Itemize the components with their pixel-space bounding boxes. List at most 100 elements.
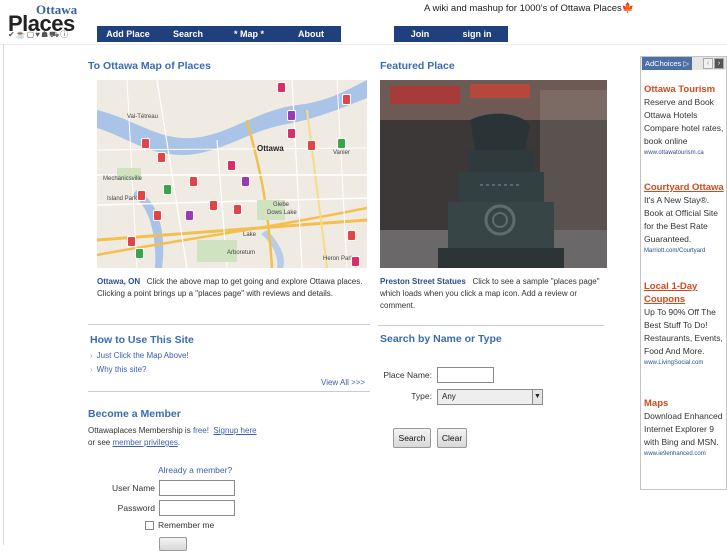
nav-add-place[interactable]: Add Place <box>97 26 159 42</box>
heart-icon: ♥ <box>35 30 40 39</box>
divider <box>88 324 370 325</box>
map-pin[interactable] <box>307 140 316 151</box>
statue-photo-graphic <box>380 80 607 268</box>
ad-body: It's A New Stay®. Book at Official Site … <box>644 195 719 244</box>
map-pin[interactable] <box>347 230 356 241</box>
maple-leaf-icon: 🍁 <box>621 3 635 14</box>
featured-photo[interactable] <box>380 80 607 268</box>
map-pin[interactable] <box>342 94 351 105</box>
map-label-arboretum: Arboretum <box>227 250 256 256</box>
map-pin[interactable] <box>287 110 296 121</box>
nav-join[interactable]: Join <box>394 26 446 42</box>
already-member-text: Already a member? <box>158 465 233 475</box>
nav-search[interactable]: Search <box>159 26 217 42</box>
featured-section-title: Featured Place <box>380 60 455 72</box>
ad-next-icon[interactable]: › <box>714 58 724 69</box>
map-pin[interactable] <box>127 236 136 247</box>
ad-body: Reserve and Book Ottawa Hotels Compare h… <box>644 97 724 146</box>
ad-title[interactable]: Courtyard Ottawa <box>644 181 726 194</box>
howto-item[interactable]: › Just Click the Map Above! <box>90 351 189 360</box>
square-icon: ▢ <box>26 30 35 39</box>
howto-item[interactable]: › Why this site? <box>90 365 146 374</box>
map-section-title[interactable]: To Ottawa Map of Places <box>88 60 211 72</box>
login-button[interactable] <box>159 537 187 551</box>
ad-body: Up To 90% Off The Best Stuff To Do! Rest… <box>644 307 723 356</box>
header: Ottawa Places ✔ ☕ ▢ ♥ ☗ ⛟ ⓘ A wiki and m… <box>0 0 727 44</box>
map-pin[interactable] <box>233 204 242 215</box>
map-pin[interactable] <box>141 138 150 149</box>
password-input[interactable] <box>159 500 235 516</box>
ad-item[interactable]: Courtyard Ottawa It's A New Stay®. Book … <box>644 181 726 256</box>
map-pin[interactable] <box>209 200 218 211</box>
info-icon: ⓘ <box>60 30 69 39</box>
signup-link[interactable]: Signup here <box>213 426 256 435</box>
ad-prev-icon[interactable]: ‹ <box>703 58 713 69</box>
ad-body: Download Enhanced Internet Explorer 9 wi… <box>644 411 723 447</box>
place-name-input[interactable] <box>437 367 494 383</box>
map-label-lake: Lake <box>243 232 257 238</box>
map-pin[interactable] <box>163 184 172 195</box>
type-select-value: Any <box>442 392 456 401</box>
ad-item[interactable]: Local 1-Day Coupons Up To 90% Off The Be… <box>644 280 726 368</box>
ad-title[interactable]: Maps <box>644 397 726 410</box>
divider <box>378 325 604 326</box>
type-label: Type: <box>411 391 432 401</box>
ad-item[interactable]: Ottawa Tourism Reserve and Book Ottawa H… <box>644 83 726 158</box>
ad-url[interactable]: www.LivingSocial.com <box>644 358 726 368</box>
howto-item-label: Why this site? <box>96 365 147 374</box>
map-pin[interactable] <box>351 256 360 267</box>
map-pin[interactable] <box>153 210 162 221</box>
check-icon: ✔ <box>8 30 15 39</box>
truck-icon: ⛟ <box>49 30 60 39</box>
bullet-icon: › <box>90 351 93 360</box>
member-privileges-link[interactable]: member privileges <box>112 438 177 447</box>
header-divider <box>0 44 727 45</box>
house-icon: ☗ <box>40 30 49 39</box>
ad-panel: AdChoices ▷ ‹ › Ottawa Tourism Reserve a… <box>640 56 727 490</box>
map-pin[interactable] <box>287 128 296 139</box>
clear-button[interactable]: Clear <box>437 428 467 448</box>
divider <box>88 391 370 392</box>
map-pin[interactable] <box>185 210 194 221</box>
ad-title[interactable]: Local 1-Day Coupons <box>644 280 726 306</box>
place-name-label: Place Name: <box>383 370 432 380</box>
map-pin[interactable] <box>337 138 346 149</box>
ad-item[interactable]: Maps Download Enhanced Internet Explorer… <box>644 397 726 459</box>
tagline: A wiki and mashup for 1000's of Ottawa P… <box>424 3 634 14</box>
nav-sign-in[interactable]: sign in <box>446 26 508 42</box>
search-button[interactable]: Search <box>393 428 431 448</box>
view-all-link[interactable]: View All >>> <box>321 378 365 387</box>
username-label: User Name <box>112 483 155 493</box>
map-label-val-tetreau: Val-Tétreau <box>127 114 158 120</box>
username-input[interactable] <box>159 480 235 496</box>
nav-about[interactable]: About <box>281 26 341 42</box>
nav-right-group: Join sign in <box>394 26 508 42</box>
map-pin[interactable] <box>135 248 144 259</box>
ad-url[interactable]: Marriott.com/Courtyard <box>644 246 726 256</box>
map-pin[interactable] <box>241 176 250 187</box>
ad-header: AdChoices ▷ ‹ › <box>641 57 726 70</box>
ottawa-map[interactable]: Val-Tétreau Ottawa Vanier Mechanicsville… <box>97 80 367 268</box>
map-pin[interactable] <box>157 152 166 163</box>
nav-map[interactable]: * Map * <box>217 26 281 42</box>
map-pin[interactable] <box>189 176 198 187</box>
map-caption: Ottawa, ON Click the above map to get go… <box>97 276 365 300</box>
site-logo[interactable]: Ottawa Places ✔ ☕ ▢ ♥ ☗ ⛟ ⓘ <box>6 2 86 42</box>
remember-me-checkbox[interactable] <box>145 521 154 530</box>
map-pin[interactable] <box>137 190 146 201</box>
map-label-vanier: Vanier <box>333 150 350 156</box>
adchoices-badge[interactable]: AdChoices ▷ <box>642 57 693 70</box>
type-select[interactable]: Any ▼ <box>437 389 543 405</box>
map-pin[interactable] <box>277 82 286 93</box>
ad-url[interactable]: www.ie9enhanced.com <box>644 449 726 459</box>
left-border <box>3 44 4 545</box>
logo-icon-row: ✔ ☕ ▢ ♥ ☗ ⛟ ⓘ <box>8 31 68 39</box>
featured-caption-title[interactable]: Preston Street Statues <box>380 277 466 286</box>
map-label-island-park: Island Park <box>107 196 138 202</box>
ad-url[interactable]: www.ottawatourism.ca <box>644 148 726 158</box>
map-pin[interactable] <box>227 160 236 171</box>
map-caption-location[interactable]: Ottawa, ON <box>97 277 140 286</box>
member-free-text: free! <box>192 426 209 435</box>
map-label-ottawa: Ottawa <box>257 144 284 153</box>
ad-title[interactable]: Ottawa Tourism <box>644 83 726 96</box>
